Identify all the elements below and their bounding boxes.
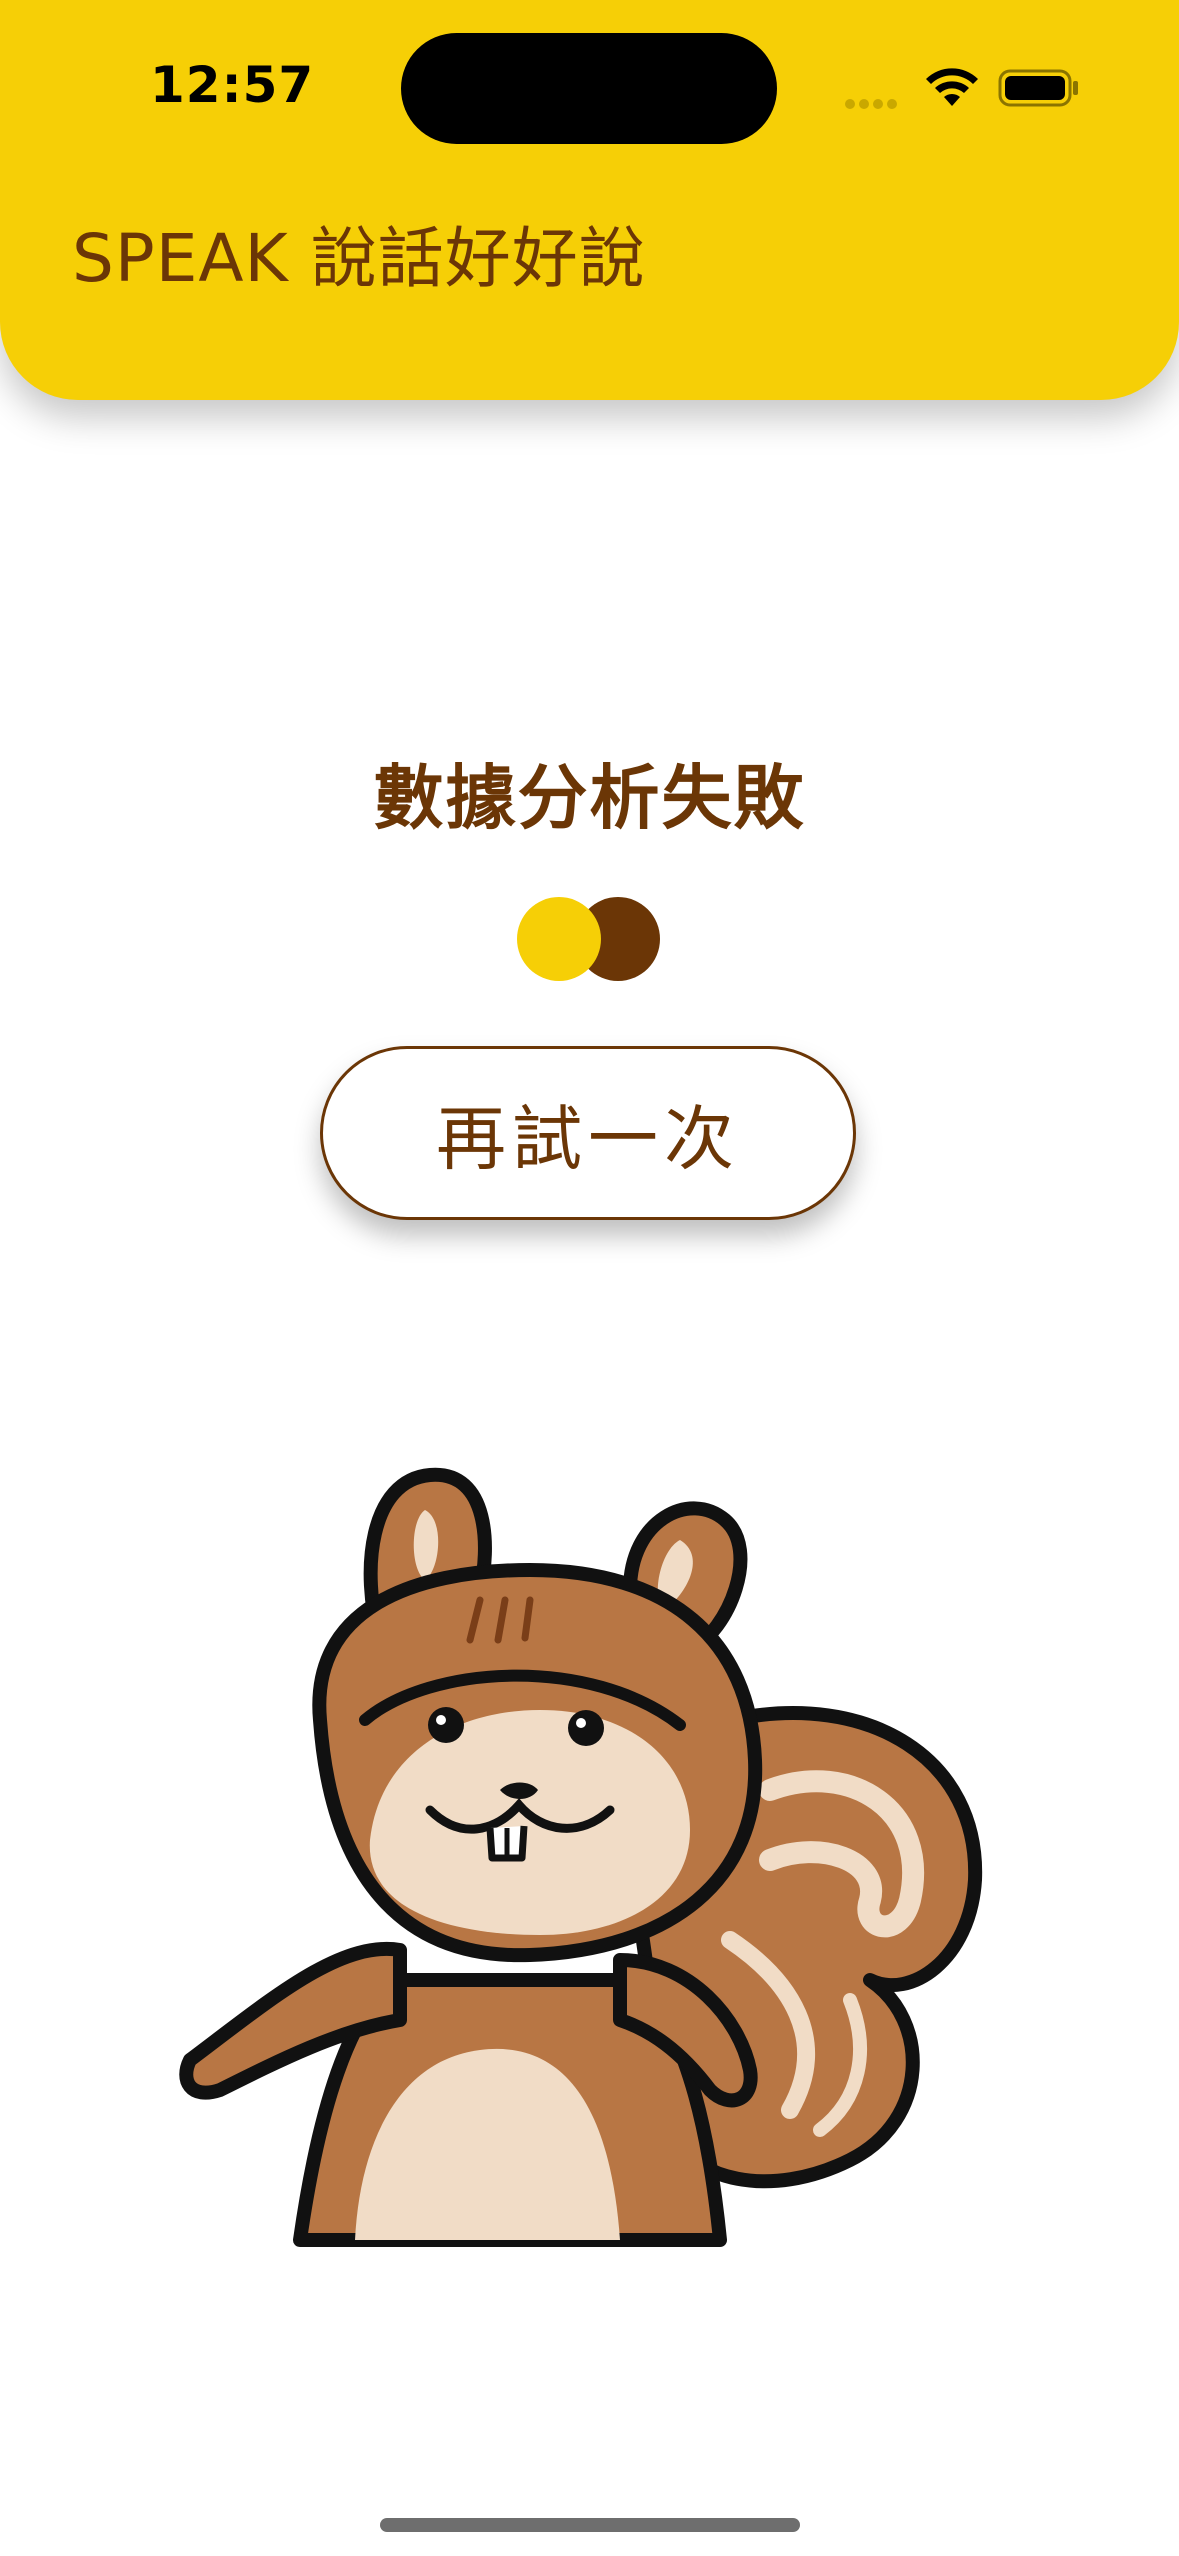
app-title: SPEAK 說話好好說 bbox=[72, 220, 646, 297]
squirrel-illustration bbox=[179, 1467, 983, 2247]
retry-button[interactable]: 再試一次 bbox=[320, 1046, 856, 1220]
loading-dot-yellow bbox=[517, 897, 601, 981]
battery-icon bbox=[998, 69, 1078, 107]
status-time: 12:57 bbox=[150, 56, 315, 114]
analysis-failed-message: 數據分析失敗 bbox=[373, 757, 806, 839]
wifi-icon bbox=[926, 68, 978, 106]
loading-indicator bbox=[517, 897, 662, 983]
dynamic-island bbox=[401, 33, 777, 144]
home-indicator[interactable] bbox=[380, 2518, 800, 2532]
app-header: 12:57 SPEAK 說話好好說 bbox=[0, 0, 1179, 400]
cellular-signal-icon bbox=[845, 94, 905, 109]
